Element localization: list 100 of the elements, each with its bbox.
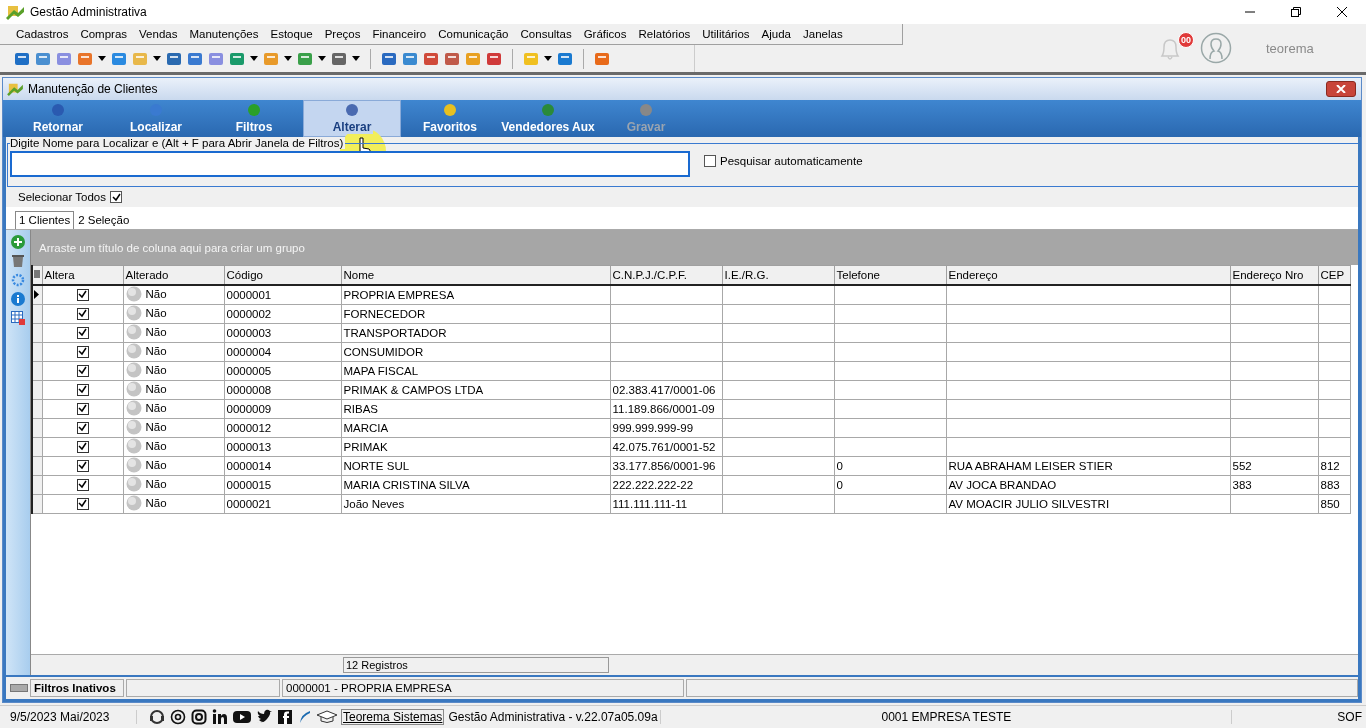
status-text: Não bbox=[145, 326, 167, 338]
twitter-icon[interactable] bbox=[256, 709, 272, 725]
youtube-icon[interactable] bbox=[233, 709, 251, 725]
checkbox[interactable] bbox=[76, 459, 89, 472]
menu-item[interactable]: Preços bbox=[318, 28, 367, 40]
menu-item[interactable]: Consultas bbox=[514, 28, 578, 40]
row-indicator[interactable] bbox=[32, 285, 42, 305]
ribbon-button[interactable]: Favoritos bbox=[401, 100, 499, 137]
row-indicator[interactable] bbox=[32, 342, 42, 362]
linkedin-icon[interactable] bbox=[212, 709, 228, 725]
ribbon-button[interactable]: Filtros bbox=[205, 100, 303, 137]
menu-item[interactable]: Compras bbox=[74, 28, 134, 40]
checkbox[interactable] bbox=[76, 364, 89, 377]
row-indicator[interactable] bbox=[32, 380, 42, 400]
table-cell: 111.111.111-11 bbox=[610, 494, 722, 514]
ribbon-button[interactable]: Retornar bbox=[9, 100, 107, 137]
column-header[interactable]: Nome bbox=[341, 265, 610, 285]
column-header[interactable]: Código bbox=[224, 265, 341, 285]
status-dot-icon bbox=[125, 438, 142, 454]
column-header[interactable]: I.E./R.G. bbox=[722, 265, 834, 285]
table-cell: 0 bbox=[834, 475, 946, 495]
row-indicator[interactable] bbox=[32, 475, 42, 495]
table-cell: NORTE SUL bbox=[341, 456, 610, 476]
table-cell: 0000001 bbox=[224, 285, 341, 305]
checkbox[interactable] bbox=[76, 326, 89, 339]
checkbox[interactable] bbox=[76, 421, 89, 434]
checkbox[interactable] bbox=[76, 440, 89, 453]
checkbox[interactable] bbox=[110, 191, 122, 203]
menu-item[interactable]: Janelas bbox=[797, 28, 849, 40]
row-indicator[interactable] bbox=[32, 437, 42, 457]
row-indicator[interactable] bbox=[32, 494, 42, 514]
menu-item[interactable]: Gráficos bbox=[577, 28, 633, 40]
caret-icon[interactable] bbox=[250, 56, 258, 61]
ribbon-button[interactable]: Vendedores Aux bbox=[499, 100, 597, 137]
row-indicator[interactable] bbox=[32, 304, 42, 324]
graduation-cap-icon[interactable] bbox=[317, 709, 337, 725]
menu-item[interactable]: Comunicação bbox=[432, 28, 515, 40]
caret-icon[interactable] bbox=[153, 56, 161, 61]
column-header[interactable]: Alterado bbox=[123, 265, 224, 285]
caret-icon[interactable] bbox=[352, 56, 360, 61]
ribbon-button[interactable]: Alterar bbox=[303, 100, 401, 137]
at-icon[interactable] bbox=[170, 709, 186, 725]
menu-item[interactable]: Relatórios bbox=[632, 28, 697, 40]
table-cell: 850 bbox=[1318, 494, 1350, 514]
instagram-icon[interactable] bbox=[191, 709, 207, 725]
row-indicator[interactable] bbox=[32, 456, 42, 476]
table-cell: 0000008 bbox=[224, 380, 341, 400]
checkbox[interactable] bbox=[76, 345, 89, 358]
tab[interactable]: 1 Clientes bbox=[15, 211, 75, 229]
column-header[interactable]: C.N.P.J./C.P.F. bbox=[610, 265, 722, 285]
search-field[interactable] bbox=[10, 151, 690, 177]
menu-item[interactable]: Ajuda bbox=[755, 28, 797, 40]
close-icon[interactable] bbox=[1336, 6, 1348, 18]
row-indicator[interactable] bbox=[32, 323, 42, 343]
status-text: SOF bbox=[1337, 710, 1363, 724]
table-cell: MAPA FISCAL bbox=[341, 361, 610, 381]
caret-icon[interactable] bbox=[98, 56, 106, 61]
menu-item[interactable]: Manutenções bbox=[183, 28, 265, 40]
trash-icon[interactable] bbox=[11, 254, 25, 268]
column-header[interactable]: Endereço bbox=[946, 265, 1230, 285]
menu-item[interactable]: Utilitários bbox=[696, 28, 756, 40]
support-icon[interactable] bbox=[149, 709, 165, 725]
status-dot-icon bbox=[125, 476, 142, 492]
menu-item[interactable]: Estoque bbox=[264, 28, 319, 40]
checkbox[interactable] bbox=[76, 478, 89, 491]
add-icon[interactable] bbox=[11, 235, 25, 249]
facebook-icon[interactable] bbox=[277, 709, 293, 725]
tab[interactable]: 2 Seleção bbox=[74, 211, 134, 229]
table-cell: 0000003 bbox=[224, 323, 341, 343]
menu-item[interactable]: Vendas bbox=[133, 28, 184, 40]
row-indicator[interactable] bbox=[32, 418, 42, 438]
caret-icon[interactable] bbox=[284, 56, 292, 61]
column-header[interactable]: Telefone bbox=[834, 265, 946, 285]
checkbox[interactable] bbox=[76, 383, 89, 396]
table-cell: 812 bbox=[1318, 456, 1350, 476]
table-cell: TRANSPORTADOR bbox=[341, 323, 610, 343]
column-header[interactable]: Endereço Nro bbox=[1230, 265, 1318, 285]
maximize-icon[interactable] bbox=[1290, 6, 1302, 18]
swoosh-icon[interactable] bbox=[298, 709, 312, 725]
ribbon-button[interactable]: Localizar bbox=[107, 100, 205, 137]
caret-icon[interactable] bbox=[544, 56, 552, 61]
column-header[interactable]: CEP bbox=[1318, 265, 1350, 285]
caret-icon[interactable] bbox=[318, 56, 326, 61]
company-link[interactable]: Teorema Sistemas bbox=[341, 709, 445, 725]
close-button[interactable] bbox=[1326, 81, 1356, 97]
checkbox[interactable] bbox=[76, 402, 89, 415]
row-indicator[interactable] bbox=[32, 361, 42, 381]
menu-item[interactable]: Cadastros bbox=[10, 28, 75, 40]
checkbox[interactable] bbox=[704, 155, 716, 167]
row-indicator[interactable] bbox=[32, 399, 42, 419]
status-dot-icon bbox=[125, 495, 142, 511]
column-header[interactable]: Altera bbox=[42, 265, 123, 285]
menu-item[interactable]: Financeiro bbox=[366, 28, 433, 40]
checkbox[interactable] bbox=[76, 497, 89, 510]
checkbox[interactable] bbox=[76, 307, 89, 320]
app-icon bbox=[6, 4, 24, 20]
checkbox[interactable] bbox=[76, 288, 89, 301]
column-chooser-icon[interactable] bbox=[34, 270, 40, 279]
table-cell: 0000015 bbox=[224, 475, 341, 495]
gear-icon[interactable] bbox=[11, 273, 25, 287]
